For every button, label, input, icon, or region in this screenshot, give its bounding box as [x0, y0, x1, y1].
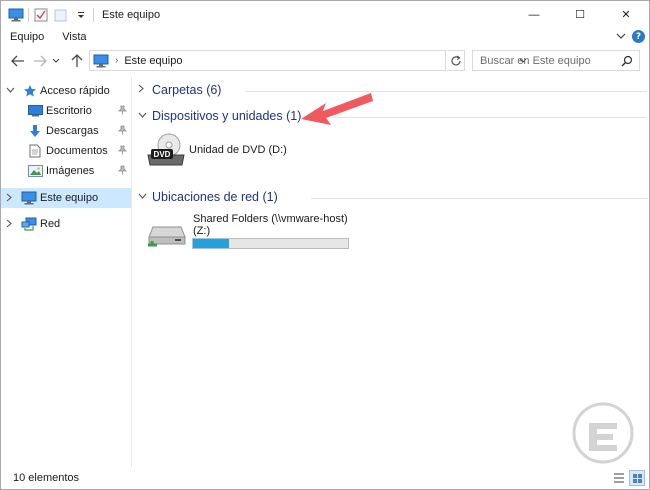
network-drive-letter: (Z:) — [193, 225, 211, 237]
dvd-badge: DVD — [154, 150, 171, 159]
breadcrumb-chevron-icon[interactable]: › — [115, 55, 118, 66]
navigation-pane: Acceso rápido Escritorio Descargas Docum… — [1, 77, 132, 467]
search-icon[interactable] — [619, 55, 635, 67]
recent-locations-dropdown[interactable] — [50, 51, 62, 71]
network-icon — [21, 216, 37, 232]
group-title: Ubicaciones de red (1) — [152, 190, 278, 204]
desktop-folder-icon — [27, 103, 43, 119]
pin-icon[interactable] — [118, 165, 127, 177]
this-pc-icon — [93, 54, 109, 68]
group-divider — [311, 198, 647, 199]
forward-button[interactable] — [30, 51, 50, 71]
sidebar-item-escritorio[interactable]: Escritorio — [1, 101, 131, 121]
toolbar-divider — [93, 7, 94, 22]
group-title: Carpetas (6) — [152, 83, 222, 97]
this-pc-icon — [21, 190, 37, 206]
pictures-icon — [27, 163, 43, 179]
group-header-carpetas[interactable]: Carpetas (6) — [138, 80, 221, 100]
sidebar-item-imagenes[interactable]: Imágenes — [1, 161, 131, 181]
expand-chevron-icon[interactable] — [138, 84, 150, 96]
item-count: 10 elementos — [13, 472, 80, 484]
breadcrumb-item[interactable]: Este equipo — [124, 55, 182, 67]
maximize-button[interactable]: ☐ — [557, 1, 603, 28]
view-toggle — [611, 470, 645, 486]
window-controls: — ☐ ✕ — [511, 1, 649, 28]
group-title: Dispositivos y unidades (1) — [152, 109, 302, 123]
new-folder-icon[interactable] — [53, 7, 69, 23]
customize-toolbar-icon[interactable] — [73, 7, 89, 23]
sidebar-item-label: Este equipo — [40, 192, 99, 204]
properties-icon[interactable] — [33, 7, 49, 23]
expand-chevron-icon[interactable] — [6, 219, 16, 230]
network-drive-icon — [147, 217, 187, 250]
sidebar-item-documentos[interactable]: Documentos — [1, 141, 131, 161]
dvd-drive-tile[interactable]: DVD Unidad de DVD (D:) — [145, 133, 345, 173]
navigation-bar: › Este equipo — [1, 45, 649, 77]
sidebar-item-red[interactable]: Red — [1, 214, 131, 234]
file-explorer-window: Este equipo — ☐ ✕ Equipo Vista ? › Este … — [0, 0, 650, 490]
ribbon-tabs: Equipo Vista ? — [1, 28, 649, 45]
back-button[interactable] — [8, 51, 28, 71]
tiles-view-icon[interactable] — [629, 470, 645, 486]
annotation-arrow-icon — [301, 93, 373, 125]
dvd-drive-icon: DVD — [145, 133, 187, 170]
tab-vista[interactable]: Vista — [53, 31, 95, 43]
group-header-dispositivos[interactable]: Dispositivos y unidades (1) — [138, 106, 301, 126]
sidebar-item-label: Escritorio — [46, 105, 92, 117]
window-title: Este equipo — [102, 8, 161, 21]
expand-ribbon-icon[interactable] — [616, 31, 626, 43]
watermark-logo-icon — [572, 402, 634, 464]
title-bar: Este equipo — ☐ ✕ — [1, 1, 649, 28]
search-box[interactable] — [472, 50, 640, 71]
sidebar-item-label: Acceso rápido — [40, 85, 110, 97]
drive-usage-fill — [193, 239, 229, 248]
toolbar-divider — [28, 7, 29, 22]
this-pc-icon[interactable] — [8, 7, 24, 23]
help-button[interactable]: ? — [632, 30, 645, 43]
drive-usage-bar — [192, 238, 349, 249]
network-drive-label: Shared Folders (\\vmware-host) — [193, 213, 348, 225]
search-input[interactable] — [473, 54, 619, 67]
star-icon — [22, 83, 38, 99]
documents-icon — [27, 143, 43, 159]
group-header-ubicaciones-red[interactable]: Ubicaciones de red (1) — [138, 187, 278, 207]
sidebar-item-label: Imágenes — [46, 165, 95, 177]
quick-access-toolbar: Este equipo — [1, 1, 160, 28]
minimize-button[interactable]: — — [511, 1, 557, 28]
pin-icon[interactable] — [118, 125, 127, 137]
tab-equipo[interactable]: Equipo — [1, 31, 53, 43]
sidebar-item-label: Descargas — [46, 125, 99, 137]
network-drive-tile[interactable]: Shared Folders (\\vmware-host) (Z:) — [147, 211, 367, 251]
sidebar-item-este-equipo[interactable]: Este equipo — [1, 188, 131, 208]
downloads-icon — [27, 123, 43, 139]
close-button[interactable]: ✕ — [603, 1, 649, 28]
collapse-chevron-icon[interactable] — [138, 111, 150, 122]
group-divider — [333, 117, 647, 118]
sidebar-item-quick-access[interactable]: Acceso rápido — [1, 81, 131, 101]
dvd-drive-label: Unidad de DVD (D:) — [189, 144, 287, 156]
up-button[interactable] — [67, 51, 87, 71]
pin-icon[interactable] — [118, 145, 127, 157]
pin-icon[interactable] — [118, 105, 127, 117]
sidebar-item-descargas[interactable]: Descargas — [1, 121, 131, 141]
collapse-chevron-icon[interactable] — [138, 192, 150, 203]
refresh-button[interactable] — [447, 50, 465, 71]
address-bar[interactable]: › Este equipo — [89, 50, 527, 71]
ribbon-right-controls: ? — [616, 28, 645, 45]
collapse-chevron-icon[interactable] — [6, 86, 16, 96]
details-view-icon[interactable] — [611, 470, 627, 486]
sidebar-item-label: Red — [40, 218, 61, 230]
expand-chevron-icon[interactable] — [6, 193, 16, 204]
status-bar: 10 elementos — [1, 467, 649, 489]
sidebar-item-label: Documentos — [46, 145, 108, 157]
